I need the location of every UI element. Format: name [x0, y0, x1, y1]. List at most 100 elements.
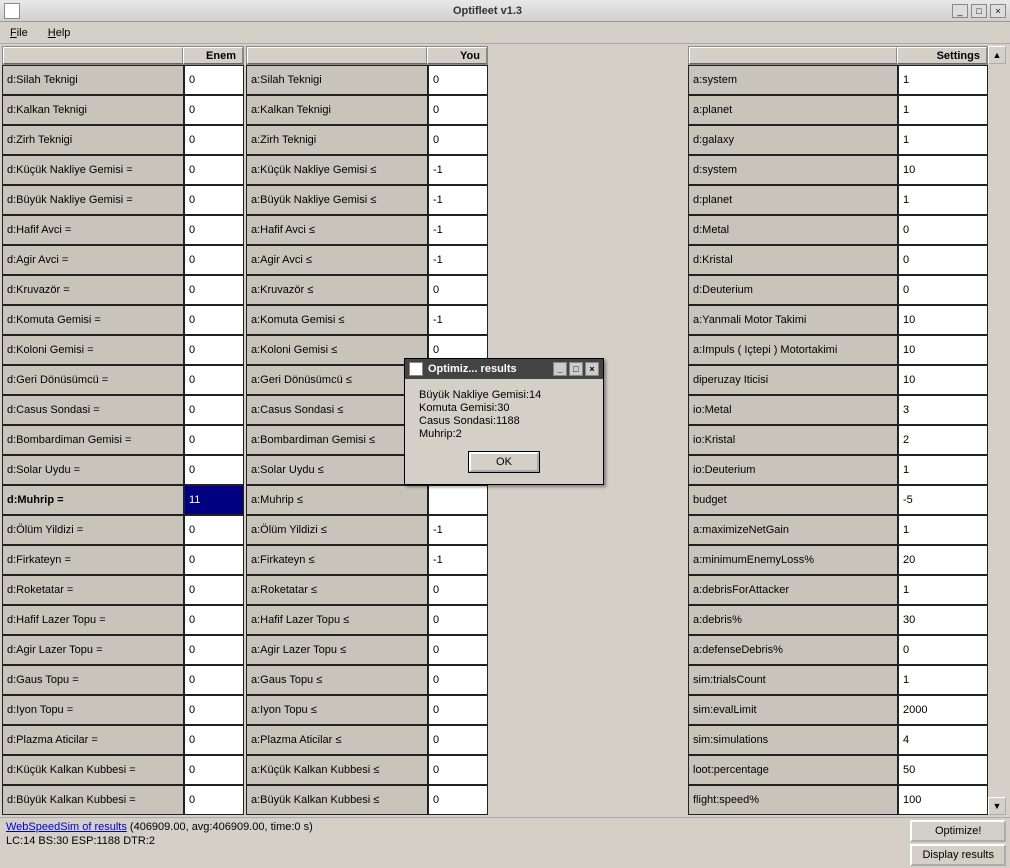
- row-value[interactable]: 1: [898, 515, 988, 545]
- row-value[interactable]: -1: [428, 545, 488, 575]
- row-label[interactable]: a:Koloni Gemisi ≤: [246, 335, 428, 365]
- row-value[interactable]: [428, 485, 488, 515]
- row-label[interactable]: io:Metal: [688, 395, 898, 425]
- row-value[interactable]: 0: [428, 95, 488, 125]
- row-value[interactable]: 0: [184, 155, 244, 185]
- row-value[interactable]: 0: [428, 635, 488, 665]
- row-value[interactable]: 0: [184, 305, 244, 335]
- row-label[interactable]: a:Iyon Topu ≤: [246, 695, 428, 725]
- row-label[interactable]: d:Muhrip =: [2, 485, 184, 515]
- row-label[interactable]: diperuzay Iticisi: [688, 365, 898, 395]
- row-label[interactable]: flight:speed%: [688, 785, 898, 815]
- row-label[interactable]: d:Casus Sondasi =: [2, 395, 184, 425]
- row-value[interactable]: 0: [428, 695, 488, 725]
- row-label[interactable]: a:debris%: [688, 605, 898, 635]
- row-label[interactable]: d:Büyük Nakliye Gemisi =: [2, 185, 184, 215]
- row-label[interactable]: a:Büyük Nakliye Gemisi ≤: [246, 185, 428, 215]
- row-value[interactable]: 0: [184, 125, 244, 155]
- row-value[interactable]: 0: [184, 395, 244, 425]
- row-value[interactable]: 0: [184, 695, 244, 725]
- row-label[interactable]: a:Hafif Avci ≤: [246, 215, 428, 245]
- close-button[interactable]: ×: [990, 4, 1006, 18]
- row-value[interactable]: 1: [898, 575, 988, 605]
- row-value[interactable]: 2: [898, 425, 988, 455]
- row-label[interactable]: d:galaxy: [688, 125, 898, 155]
- row-value[interactable]: 0: [184, 185, 244, 215]
- row-label[interactable]: a:planet: [688, 95, 898, 125]
- row-label[interactable]: d:Kristal: [688, 245, 898, 275]
- row-label[interactable]: a:Roketatar ≤: [246, 575, 428, 605]
- row-label[interactable]: loot:percentage: [688, 755, 898, 785]
- row-label[interactable]: a:Kalkan Teknigi: [246, 95, 428, 125]
- row-value[interactable]: 0: [184, 755, 244, 785]
- row-value[interactable]: 0: [428, 125, 488, 155]
- row-value[interactable]: 10: [898, 335, 988, 365]
- row-value[interactable]: 1: [898, 185, 988, 215]
- row-label[interactable]: d:Hafif Lazer Topu =: [2, 605, 184, 635]
- row-label[interactable]: d:system: [688, 155, 898, 185]
- dialog-maximize-button[interactable]: □: [569, 362, 583, 376]
- row-value[interactable]: 0: [184, 545, 244, 575]
- dialog-titlebar[interactable]: Optimiz... results _ □ ×: [405, 359, 603, 379]
- row-label[interactable]: a:system: [688, 65, 898, 95]
- row-label[interactable]: d:Bombardiman Gemisi =: [2, 425, 184, 455]
- row-value[interactable]: 0: [898, 245, 988, 275]
- row-label[interactable]: d:Komuta Gemisi =: [2, 305, 184, 335]
- row-value[interactable]: 0: [428, 755, 488, 785]
- row-label[interactable]: a:Agir Avci ≤: [246, 245, 428, 275]
- row-value[interactable]: 0: [898, 215, 988, 245]
- row-value[interactable]: -1: [428, 515, 488, 545]
- row-value[interactable]: 0: [184, 605, 244, 635]
- scroll-down-button[interactable]: ▼: [988, 797, 1006, 815]
- row-label[interactable]: a:Hafif Lazer Topu ≤: [246, 605, 428, 635]
- row-label[interactable]: io:Kristal: [688, 425, 898, 455]
- dialog-close-button[interactable]: ×: [585, 362, 599, 376]
- row-label[interactable]: d:Zirh Teknigi: [2, 125, 184, 155]
- row-value[interactable]: 4: [898, 725, 988, 755]
- row-label[interactable]: budget: [688, 485, 898, 515]
- row-value[interactable]: 2000: [898, 695, 988, 725]
- optimize-button[interactable]: Optimize!: [910, 820, 1006, 842]
- row-label[interactable]: d:Plazma Aticilar =: [2, 725, 184, 755]
- row-label[interactable]: a:Ölüm Yildizi ≤: [246, 515, 428, 545]
- row-value[interactable]: 0: [184, 635, 244, 665]
- row-label[interactable]: a:Agir Lazer Topu ≤: [246, 635, 428, 665]
- row-value[interactable]: 0: [184, 95, 244, 125]
- row-value[interactable]: 1: [898, 665, 988, 695]
- dialog-minimize-button[interactable]: _: [553, 362, 567, 376]
- row-value[interactable]: 30: [898, 605, 988, 635]
- row-label[interactable]: a:Komuta Gemisi ≤: [246, 305, 428, 335]
- row-value[interactable]: 0: [184, 65, 244, 95]
- scroll-up-button[interactable]: ▲: [988, 46, 1006, 64]
- row-label[interactable]: d:Solar Uydu =: [2, 455, 184, 485]
- row-label[interactable]: a:Geri Dönüsümcü ≤: [246, 365, 428, 395]
- row-label[interactable]: a:Küçük Nakliye Gemisi ≤: [246, 155, 428, 185]
- row-value[interactable]: 0: [428, 65, 488, 95]
- row-label[interactable]: a:Muhrip ≤: [246, 485, 428, 515]
- row-label[interactable]: a:minimumEnemyLoss%: [688, 545, 898, 575]
- row-value[interactable]: 20: [898, 545, 988, 575]
- menu-help[interactable]: Help: [38, 24, 81, 42]
- row-value[interactable]: 10: [898, 365, 988, 395]
- row-label[interactable]: d:Silah Teknigi: [2, 65, 184, 95]
- row-value[interactable]: 0: [898, 635, 988, 665]
- row-value[interactable]: 0: [428, 725, 488, 755]
- row-label[interactable]: d:Kalkan Teknigi: [2, 95, 184, 125]
- minimize-button[interactable]: _: [952, 4, 968, 18]
- row-label[interactable]: d:Ölüm Yildizi =: [2, 515, 184, 545]
- row-label[interactable]: d:Iyon Topu =: [2, 695, 184, 725]
- row-label[interactable]: a:Firkateyn ≤: [246, 545, 428, 575]
- row-value[interactable]: 0: [898, 275, 988, 305]
- row-label[interactable]: a:Büyük Kalkan Kubbesi ≤: [246, 785, 428, 815]
- row-label[interactable]: a:Bombardiman Gemisi ≤: [246, 425, 428, 455]
- row-label[interactable]: d:Hafif Avci =: [2, 215, 184, 245]
- row-label[interactable]: a:Silah Teknigi: [246, 65, 428, 95]
- row-value[interactable]: 0: [428, 785, 488, 815]
- dialog-ok-button[interactable]: OK: [469, 452, 539, 472]
- row-label[interactable]: d:Kruvazör =: [2, 275, 184, 305]
- webspeedsim-link[interactable]: WebSpeedSim of results: [6, 821, 127, 833]
- row-value[interactable]: 1: [898, 95, 988, 125]
- row-value[interactable]: 0: [428, 275, 488, 305]
- row-value[interactable]: 0: [184, 365, 244, 395]
- row-value[interactable]: 0: [428, 665, 488, 695]
